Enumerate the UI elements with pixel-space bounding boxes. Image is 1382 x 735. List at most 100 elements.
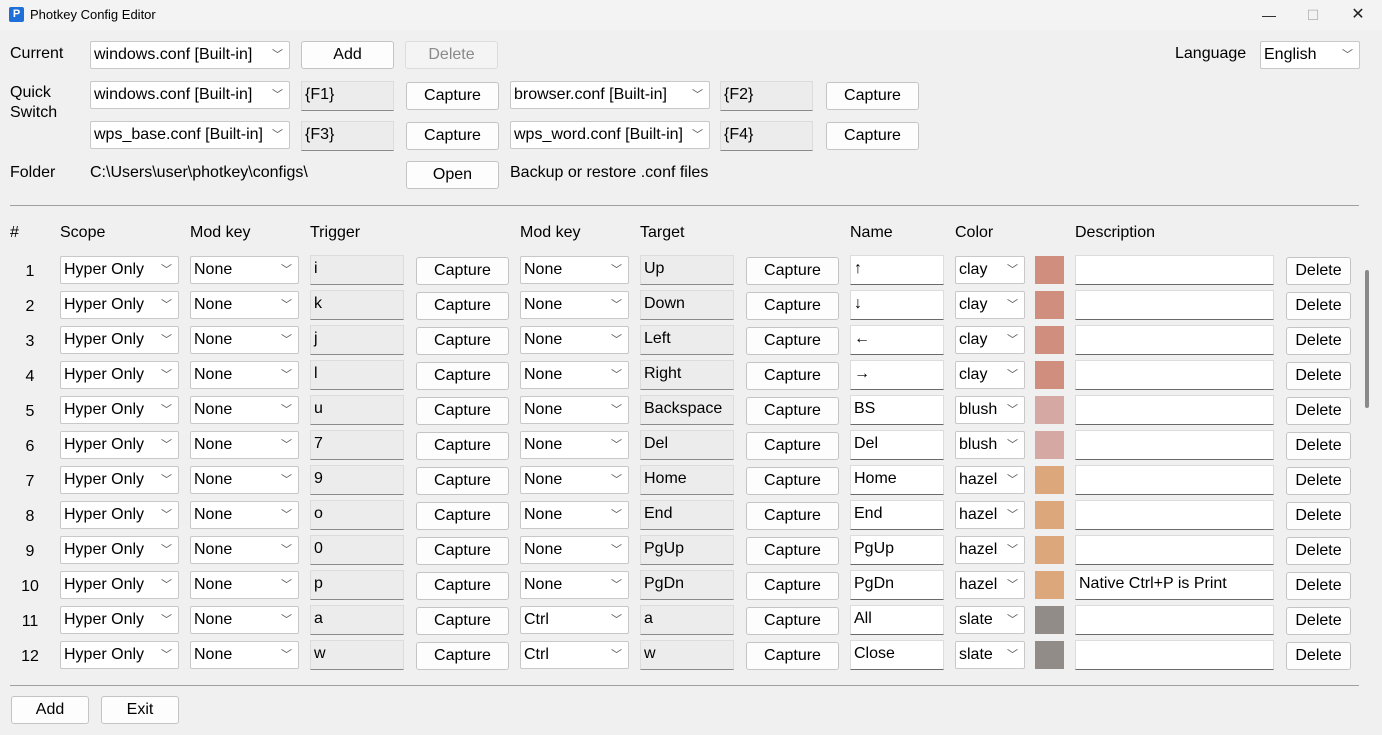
capture-target-button[interactable]: Capture xyxy=(746,327,839,355)
mod-key-select[interactable]: None ﹀ xyxy=(190,571,299,599)
name-input[interactable]: End xyxy=(850,500,944,530)
name-input[interactable]: PgUp xyxy=(850,535,944,565)
mod-key-select[interactable]: None ﹀ xyxy=(190,291,299,319)
name-input[interactable]: All xyxy=(850,605,944,635)
target-mod-key-select[interactable]: None ﹀ xyxy=(520,571,629,599)
trigger-field[interactable]: 0 xyxy=(310,535,404,565)
name-input[interactable]: ↑ xyxy=(850,255,944,285)
name-input[interactable]: Close xyxy=(850,640,944,670)
name-input[interactable]: BS xyxy=(850,395,944,425)
mod-key-select[interactable]: None ﹀ xyxy=(190,396,299,424)
target-mod-key-select[interactable]: None ﹀ xyxy=(520,326,629,354)
scope-select[interactable]: Hyper Only ﹀ xyxy=(60,396,179,424)
target-mod-key-select[interactable]: Ctrl ﹀ xyxy=(520,606,629,634)
scope-select[interactable]: Hyper Only ﹀ xyxy=(60,291,179,319)
color-select[interactable]: clay ﹀ xyxy=(955,291,1025,319)
color-select[interactable]: blush ﹀ xyxy=(955,396,1025,424)
description-input[interactable] xyxy=(1075,325,1274,355)
target-field[interactable]: PgUp xyxy=(640,535,734,565)
scope-select[interactable]: Hyper Only ﹀ xyxy=(60,256,179,284)
quick-capture-button-1[interactable]: Capture xyxy=(406,82,499,110)
trigger-field[interactable]: 7 xyxy=(310,430,404,460)
color-select[interactable]: clay ﹀ xyxy=(955,361,1025,389)
name-input[interactable]: → xyxy=(850,360,944,390)
exit-button[interactable]: Exit xyxy=(101,696,179,724)
capture-target-button[interactable]: Capture xyxy=(746,502,839,530)
target-field[interactable]: PgDn xyxy=(640,570,734,600)
capture-target-button[interactable]: Capture xyxy=(746,572,839,600)
trigger-field[interactable]: o xyxy=(310,500,404,530)
capture-trigger-button[interactable]: Capture xyxy=(416,327,509,355)
delete-row-button[interactable]: Delete xyxy=(1286,572,1351,600)
capture-target-button[interactable]: Capture xyxy=(746,607,839,635)
scope-select[interactable]: Hyper Only ﹀ xyxy=(60,641,179,669)
capture-target-button[interactable]: Capture xyxy=(746,362,839,390)
description-input[interactable] xyxy=(1075,395,1274,425)
delete-row-button[interactable]: Delete xyxy=(1286,537,1351,565)
target-field[interactable]: Down xyxy=(640,290,734,320)
scope-select[interactable]: Hyper Only ﹀ xyxy=(60,326,179,354)
trigger-field[interactable]: k xyxy=(310,290,404,320)
target-mod-key-select[interactable]: Ctrl ﹀ xyxy=(520,641,629,669)
delete-row-button[interactable]: Delete xyxy=(1286,607,1351,635)
target-field[interactable]: Right xyxy=(640,360,734,390)
target-field[interactable]: Home xyxy=(640,465,734,495)
target-field[interactable]: Left xyxy=(640,325,734,355)
capture-target-button[interactable]: Capture xyxy=(746,432,839,460)
open-folder-button[interactable]: Open xyxy=(406,161,499,189)
quick-capture-button-3[interactable]: Capture xyxy=(406,122,499,150)
scope-select[interactable]: Hyper Only ﹀ xyxy=(60,606,179,634)
capture-trigger-button[interactable]: Capture xyxy=(416,642,509,670)
target-mod-key-select[interactable]: None ﹀ xyxy=(520,466,629,494)
delete-row-button[interactable]: Delete xyxy=(1286,327,1351,355)
quick-capture-button-2[interactable]: Capture xyxy=(826,82,919,110)
name-input[interactable]: ← xyxy=(850,325,944,355)
add-mapping-button[interactable]: Add xyxy=(11,696,89,724)
color-select[interactable]: clay ﹀ xyxy=(955,326,1025,354)
scrollbar[interactable] xyxy=(1365,270,1369,408)
scope-select[interactable]: Hyper Only ﹀ xyxy=(60,466,179,494)
mod-key-select[interactable]: None ﹀ xyxy=(190,501,299,529)
trigger-field[interactable]: w xyxy=(310,640,404,670)
capture-target-button[interactable]: Capture xyxy=(746,292,839,320)
description-input[interactable] xyxy=(1075,640,1274,670)
target-mod-key-select[interactable]: None ﹀ xyxy=(520,501,629,529)
capture-trigger-button[interactable]: Capture xyxy=(416,467,509,495)
target-field[interactable]: Up xyxy=(640,255,734,285)
description-input[interactable] xyxy=(1075,500,1274,530)
description-input[interactable]: Native Ctrl+P is Print xyxy=(1075,570,1274,600)
target-mod-key-select[interactable]: None ﹀ xyxy=(520,361,629,389)
trigger-field[interactable]: a xyxy=(310,605,404,635)
quick-hotkey-field-3[interactable]: {F3} xyxy=(301,121,394,151)
color-select[interactable]: slate ﹀ xyxy=(955,606,1025,634)
quick-capture-button-4[interactable]: Capture xyxy=(826,122,919,150)
capture-trigger-button[interactable]: Capture xyxy=(416,572,509,600)
capture-trigger-button[interactable]: Capture xyxy=(416,537,509,565)
target-field[interactable]: Del xyxy=(640,430,734,460)
capture-target-button[interactable]: Capture xyxy=(746,257,839,285)
target-mod-key-select[interactable]: None ﹀ xyxy=(520,396,629,424)
quick-hotkey-field-1[interactable]: {F1} xyxy=(301,81,394,111)
target-mod-key-select[interactable]: None ﹀ xyxy=(520,291,629,319)
color-select[interactable]: hazel ﹀ xyxy=(955,466,1025,494)
delete-row-button[interactable]: Delete xyxy=(1286,432,1351,460)
color-select[interactable]: clay ﹀ xyxy=(955,256,1025,284)
description-input[interactable] xyxy=(1075,605,1274,635)
delete-row-button[interactable]: Delete xyxy=(1286,362,1351,390)
capture-target-button[interactable]: Capture xyxy=(746,537,839,565)
quick-config-select-3[interactable]: wps_base.conf [Built-in] ﹀ xyxy=(90,121,290,149)
delete-row-button[interactable]: Delete xyxy=(1286,502,1351,530)
target-mod-key-select[interactable]: None ﹀ xyxy=(520,256,629,284)
target-field[interactable]: a xyxy=(640,605,734,635)
add-config-button[interactable]: Add xyxy=(301,41,394,69)
description-input[interactable] xyxy=(1075,430,1274,460)
delete-config-button[interactable]: Delete xyxy=(405,41,498,69)
capture-target-button[interactable]: Capture xyxy=(746,467,839,495)
color-select[interactable]: hazel ﹀ xyxy=(955,501,1025,529)
scope-select[interactable]: Hyper Only ﹀ xyxy=(60,431,179,459)
description-input[interactable] xyxy=(1075,535,1274,565)
color-select[interactable]: slate ﹀ xyxy=(955,641,1025,669)
trigger-field[interactable]: u xyxy=(310,395,404,425)
delete-row-button[interactable]: Delete xyxy=(1286,257,1351,285)
trigger-field[interactable]: j xyxy=(310,325,404,355)
